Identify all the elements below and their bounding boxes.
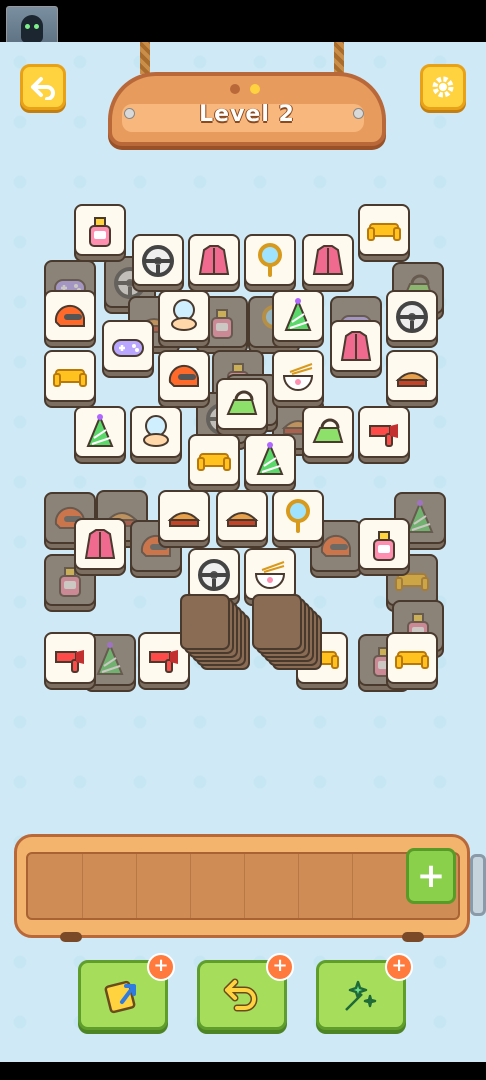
undo-icon bbox=[223, 978, 258, 1012]
tile-sofa[interactable] bbox=[188, 434, 240, 492]
party-hat-icon bbox=[96, 642, 124, 675]
tile-compact-mirror[interactable] bbox=[130, 406, 182, 464]
progress-dot-2 bbox=[250, 84, 260, 94]
steering-wheel-icon bbox=[198, 559, 230, 591]
sofa-icon bbox=[367, 223, 401, 241]
tile-steering-wheel[interactable] bbox=[386, 290, 438, 348]
sign-rope-right bbox=[334, 42, 344, 74]
perfume-icon bbox=[89, 217, 111, 247]
navigation-bar bbox=[0, 1062, 486, 1080]
iron-icon bbox=[226, 390, 258, 415]
gamepad-icon bbox=[112, 339, 144, 357]
tile-helmet[interactable] bbox=[44, 290, 96, 348]
tile-party-hat[interactable] bbox=[272, 290, 324, 348]
party-hat-icon bbox=[284, 298, 312, 331]
sign-rope-left bbox=[140, 42, 150, 74]
compact-mirror-icon bbox=[171, 299, 197, 331]
magic-plus-badge: + bbox=[385, 953, 413, 981]
tile-party-hat[interactable] bbox=[244, 434, 296, 492]
tile-gamepad[interactable] bbox=[102, 320, 154, 378]
collection-tray: + bbox=[14, 834, 486, 944]
tile-hand-mirror[interactable] bbox=[272, 490, 324, 548]
tile-jacket[interactable] bbox=[74, 518, 126, 576]
undo-button[interactable]: + bbox=[197, 953, 294, 1030]
tile-sandwich[interactable] bbox=[216, 490, 268, 548]
tile-hand-mirror[interactable] bbox=[244, 234, 296, 292]
tile-sofa[interactable] bbox=[358, 204, 410, 262]
tile-sandwich[interactable] bbox=[386, 350, 438, 408]
tile-iron[interactable] bbox=[216, 378, 268, 436]
tile-sofa[interactable] bbox=[44, 350, 96, 408]
party-hat-icon bbox=[256, 442, 284, 475]
jacket-icon bbox=[198, 245, 230, 275]
helmet-icon bbox=[54, 304, 85, 327]
noodle-bowl-icon bbox=[254, 561, 286, 589]
tray-handle bbox=[470, 854, 486, 916]
tile-sofa[interactable] bbox=[386, 632, 438, 690]
level-sign: Level 2 bbox=[108, 72, 386, 146]
noodle-bowl-icon bbox=[282, 363, 314, 391]
hair-dryer-icon bbox=[55, 650, 84, 673]
tile-jacket[interactable] bbox=[302, 234, 354, 292]
tray-slots bbox=[26, 852, 460, 920]
progress-dot-1 bbox=[230, 84, 240, 94]
steering-wheel-icon bbox=[142, 245, 174, 277]
magic-button[interactable]: + bbox=[316, 953, 413, 1030]
undo-plus-badge: + bbox=[266, 953, 294, 981]
magic-wand-icon bbox=[345, 980, 377, 1011]
sandwich-icon bbox=[395, 372, 429, 387]
tile-sandwich[interactable] bbox=[158, 490, 210, 548]
tile-compact-mirror[interactable] bbox=[158, 290, 210, 348]
perfume-icon bbox=[373, 531, 395, 561]
back-button[interactable] bbox=[20, 64, 66, 110]
steering-wheel-icon bbox=[396, 301, 428, 333]
tile-noodle-bowl[interactable] bbox=[272, 350, 324, 408]
hand-mirror-icon bbox=[258, 243, 282, 277]
level-title: Level 2 bbox=[199, 102, 295, 127]
sofa-icon bbox=[197, 453, 231, 471]
sandwich-icon bbox=[167, 512, 201, 527]
hidden-tile-stack bbox=[252, 594, 322, 674]
tile-hair-dryer[interactable] bbox=[44, 632, 96, 690]
game-screen: Level 2 + + + + bbox=[0, 42, 486, 1062]
back-arrow-icon bbox=[31, 77, 55, 100]
hair-dryer-icon bbox=[149, 650, 178, 673]
shuffle-tile-icon bbox=[104, 980, 136, 1014]
hand-mirror-icon bbox=[286, 499, 310, 533]
tile-steering-wheel[interactable] bbox=[132, 234, 184, 292]
tile-jacket[interactable] bbox=[188, 234, 240, 292]
hidden-tile-stack bbox=[180, 594, 250, 674]
shuffle-button[interactable]: + bbox=[78, 953, 175, 1030]
tile-iron[interactable] bbox=[302, 406, 354, 464]
jacket-icon bbox=[84, 529, 116, 559]
shuffle-plus-badge: + bbox=[147, 953, 175, 981]
tile-hair-dryer[interactable] bbox=[358, 406, 410, 464]
tile-helmet[interactable] bbox=[158, 350, 210, 408]
tray-add-slot-button[interactable]: + bbox=[406, 848, 456, 904]
tile-jacket[interactable] bbox=[330, 320, 382, 378]
tile-perfume[interactable] bbox=[74, 204, 126, 262]
iron-icon bbox=[312, 418, 344, 443]
helmet-icon bbox=[168, 364, 199, 387]
sofa-icon bbox=[395, 651, 429, 669]
party-hat-icon bbox=[86, 414, 114, 447]
tile-party-hat[interactable] bbox=[74, 406, 126, 464]
sandwich-icon bbox=[225, 512, 259, 527]
gear-icon bbox=[432, 76, 454, 98]
jacket-icon bbox=[340, 331, 372, 361]
hair-dryer-icon bbox=[369, 424, 398, 447]
status-bar bbox=[0, 0, 486, 56]
settings-button[interactable] bbox=[420, 64, 466, 110]
tile-perfume[interactable] bbox=[358, 518, 410, 576]
sofa-icon bbox=[53, 369, 87, 387]
compact-mirror-icon bbox=[143, 415, 169, 447]
jacket-icon bbox=[312, 245, 344, 275]
